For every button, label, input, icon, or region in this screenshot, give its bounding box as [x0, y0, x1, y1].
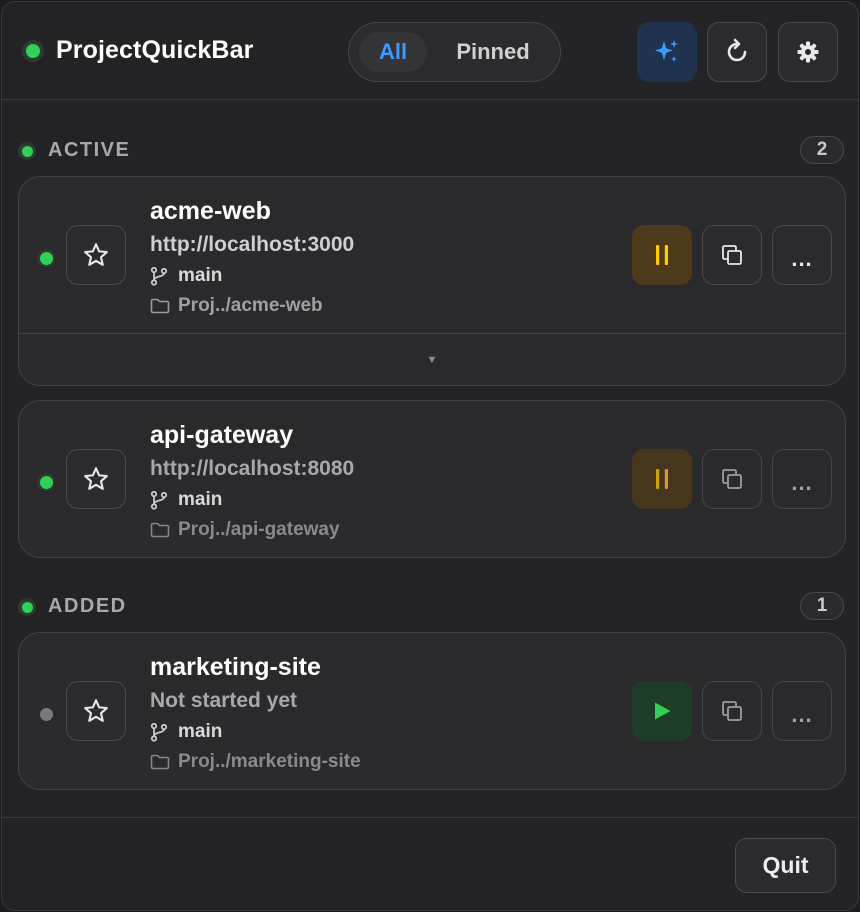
app-title: ProjectQuickBar	[56, 36, 254, 64]
path-label: Proj../api-gateway	[178, 519, 340, 540]
filter-segmented-control: All Pinned	[348, 22, 561, 82]
star-icon	[84, 699, 108, 722]
path-label: Proj../marketing-site	[178, 751, 361, 772]
star-icon	[84, 243, 108, 266]
settings-button[interactable]	[778, 22, 838, 82]
pause-icon	[656, 245, 668, 265]
running-status-icon	[37, 249, 55, 267]
open-window-button[interactable]	[702, 449, 762, 509]
pin-button[interactable]	[66, 225, 126, 285]
more-icon: ...	[791, 702, 813, 727]
pin-button[interactable]	[66, 681, 126, 741]
project-name: acme-web	[150, 197, 271, 225]
project-path: Proj../api-gateway	[150, 519, 340, 541]
more-icon: ...	[791, 246, 813, 271]
app-status-icon	[22, 40, 44, 62]
path-label: Proj../acme-web	[178, 295, 323, 316]
section-count-badge: 1	[800, 592, 844, 620]
project-name: marketing-site	[150, 653, 321, 681]
filter-pinned-tab[interactable]: Pinned	[439, 32, 547, 72]
section-header-active: ACTIVE 2	[18, 136, 844, 166]
gear-icon	[797, 41, 819, 63]
project-card-marketing-site: marketing-site Not started yet main Proj…	[18, 632, 846, 790]
section-status-icon	[18, 598, 36, 616]
open-window-button[interactable]	[702, 681, 762, 741]
filter-all-tab[interactable]: All	[359, 32, 427, 72]
copy-icon	[722, 469, 742, 489]
folder-icon	[150, 754, 170, 770]
project-card-acme-web: acme-web http://localhost:3000 main Proj…	[18, 176, 846, 386]
pause-icon	[656, 469, 668, 489]
project-url-link[interactable]: http://localhost:3000	[150, 233, 354, 257]
branch-label: main	[178, 489, 223, 510]
pause-button[interactable]	[632, 449, 692, 509]
start-button[interactable]	[632, 681, 692, 741]
section-status-icon	[18, 142, 36, 160]
refresh-icon	[727, 38, 747, 62]
git-branch-icon	[150, 266, 168, 286]
copy-icon	[722, 701, 742, 721]
project-name: api-gateway	[150, 421, 294, 449]
project-branch: main	[150, 721, 222, 743]
project-branch: main	[150, 489, 222, 511]
project-url-link[interactable]: http://localhost:8080	[150, 457, 354, 481]
more-button[interactable]: ...	[772, 225, 832, 285]
stopped-status-icon	[37, 705, 55, 723]
section-header-added: ADDED 1	[18, 592, 844, 622]
project-path: Proj../marketing-site	[150, 751, 361, 773]
project-path: Proj../acme-web	[150, 295, 323, 317]
pin-button[interactable]	[66, 449, 126, 509]
git-branch-icon	[150, 722, 168, 742]
section-title: ADDED	[48, 595, 127, 617]
expand-toggle[interactable]: ▼	[19, 333, 845, 385]
copy-icon	[722, 245, 742, 265]
header: ProjectQuickBar All Pinned	[2, 2, 858, 100]
folder-icon	[150, 522, 170, 538]
more-icon: ...	[791, 470, 813, 495]
project-branch: main	[150, 265, 222, 287]
project-card-api-gateway: api-gateway http://localhost:8080 main P…	[18, 400, 846, 558]
pause-button[interactable]	[632, 225, 692, 285]
project-status-text: Not started yet	[150, 689, 298, 712]
star-icon	[84, 467, 108, 490]
git-branch-icon	[150, 490, 168, 510]
refresh-button[interactable]	[707, 22, 767, 82]
folder-icon	[150, 298, 170, 314]
section-title: ACTIVE	[48, 139, 131, 161]
more-button[interactable]: ...	[772, 449, 832, 509]
footer: Quit	[2, 817, 858, 910]
section-count-badge: 2	[800, 136, 844, 164]
app-window: ProjectQuickBar All Pinned ACTIVE 2 acme…	[1, 1, 859, 911]
more-button[interactable]: ...	[772, 681, 832, 741]
branch-label: main	[178, 265, 223, 286]
play-icon	[655, 702, 671, 720]
branch-label: main	[178, 721, 223, 742]
open-window-button[interactable]	[702, 225, 762, 285]
sparkle-button[interactable]	[637, 22, 697, 82]
sparkle-icon	[655, 40, 678, 62]
quit-button[interactable]: Quit	[735, 838, 836, 893]
chevron-down-icon: ▼	[426, 353, 438, 366]
running-status-icon	[37, 473, 55, 491]
